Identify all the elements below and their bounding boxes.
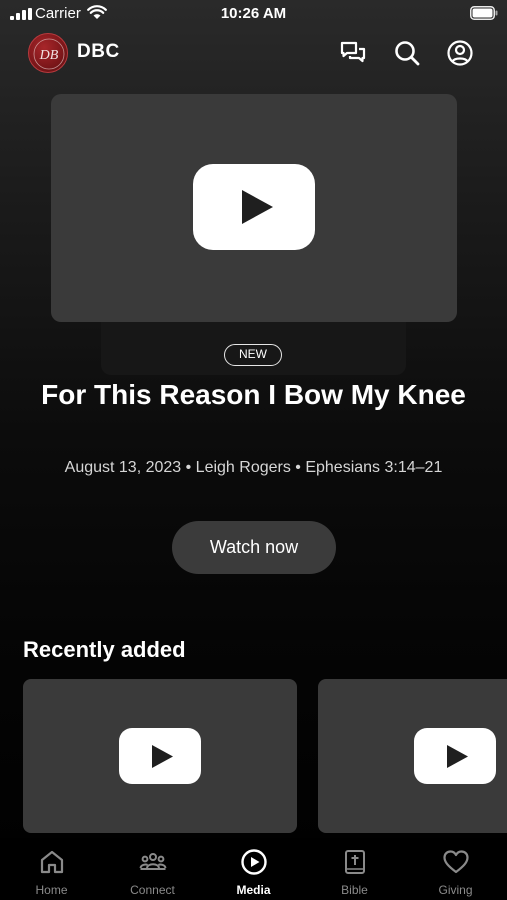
play-icon [414, 728, 496, 784]
featured-video-thumbnail[interactable] [51, 94, 457, 322]
recent-media-card[interactable] [23, 679, 297, 833]
tab-giving[interactable]: Giving [405, 838, 506, 900]
church-logo[interactable]: DB [28, 33, 68, 73]
status-bar: Carrier 10:26 AM [0, 0, 507, 30]
clock: 10:26 AM [220, 5, 287, 22]
tab-media[interactable]: Media [203, 838, 304, 900]
tab-label: Bible [341, 883, 368, 897]
tab-bible[interactable]: Bible [304, 838, 405, 900]
app-header: DB DBC [0, 30, 507, 76]
sermon-title: For This Reason I Bow My Knee [41, 379, 466, 410]
tab-bar: Home Connect Media Bible Giving [0, 838, 507, 900]
chat-icon[interactable] [339, 39, 367, 67]
church-name: DBC [77, 41, 120, 62]
heart-icon [443, 850, 469, 874]
tab-label: Giving [438, 883, 473, 897]
recently-added-heading: Recently added [23, 637, 186, 662]
svg-text:DB: DB [39, 48, 59, 63]
tab-label: Connect [130, 883, 175, 897]
people-icon [139, 853, 167, 870]
account-icon[interactable] [446, 39, 474, 67]
sermon-meta: August 13, 2023 • Leigh Rogers • Ephesia… [64, 459, 443, 476]
home-icon [40, 850, 64, 874]
logo-mark-icon: DB [33, 38, 65, 70]
play-icon [119, 728, 201, 784]
tab-label: Media [236, 883, 271, 897]
tab-label: Home [35, 883, 68, 897]
play-circle-icon [241, 849, 267, 875]
tab-home[interactable]: Home [1, 838, 102, 900]
bible-icon [345, 850, 365, 874]
recent-media-card[interactable] [318, 679, 507, 833]
watch-now-button[interactable]: Watch now [172, 521, 336, 574]
play-icon [193, 164, 315, 250]
battery-icon [470, 6, 498, 20]
search-icon[interactable] [393, 39, 421, 67]
tab-connect[interactable]: Connect [102, 838, 203, 900]
new-badge: NEW [224, 344, 282, 366]
